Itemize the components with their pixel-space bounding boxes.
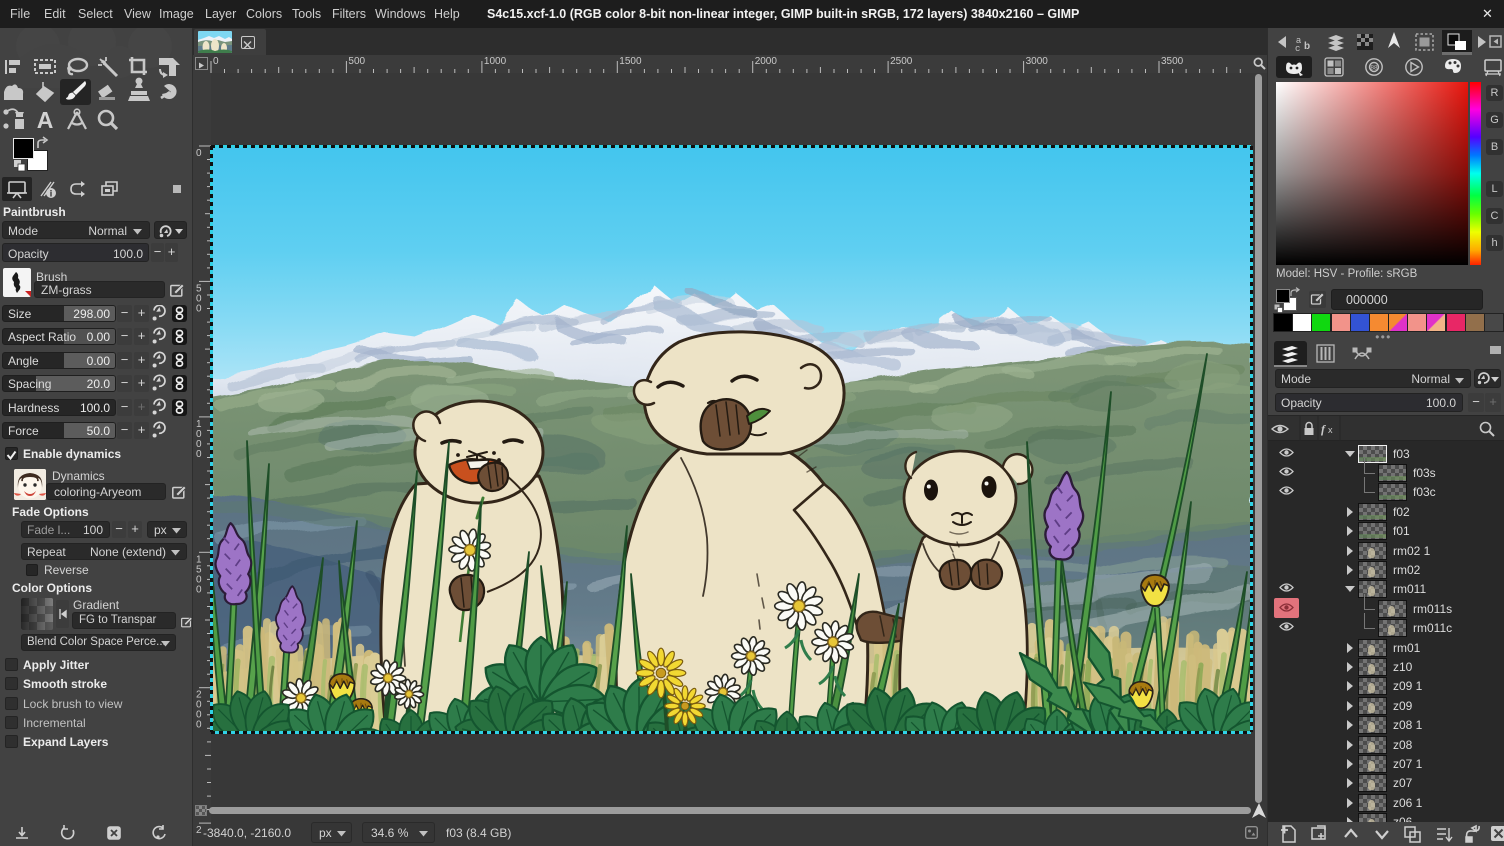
svg-text:b: b (1304, 41, 1310, 52)
svg-text:0: 0 (196, 303, 202, 314)
svg-text:2: 2 (196, 825, 202, 833)
svg-text:2500: 2500 (890, 56, 913, 67)
svg-text:0: 0 (196, 148, 202, 159)
svg-text:3000: 3000 (1026, 56, 1049, 67)
svg-text:0: 0 (196, 449, 202, 460)
svg-text:i: i (50, 189, 53, 199)
svg-text:3500: 3500 (1161, 56, 1184, 67)
svg-text:x: x (1328, 425, 1333, 435)
svg-text:88: 88 (1370, 65, 1378, 72)
svg-text:2000: 2000 (755, 56, 778, 67)
svg-text:0: 0 (196, 584, 202, 595)
svg-text:1500: 1500 (619, 56, 642, 67)
svg-text:A: A (37, 107, 54, 133)
svg-text:1000: 1000 (484, 56, 507, 67)
svg-text:0: 0 (213, 56, 219, 67)
svg-text:500: 500 (348, 56, 365, 67)
svg-text:c: c (1295, 44, 1300, 54)
svg-text:0: 0 (196, 720, 202, 731)
svg-text:f: f (1321, 422, 1326, 436)
